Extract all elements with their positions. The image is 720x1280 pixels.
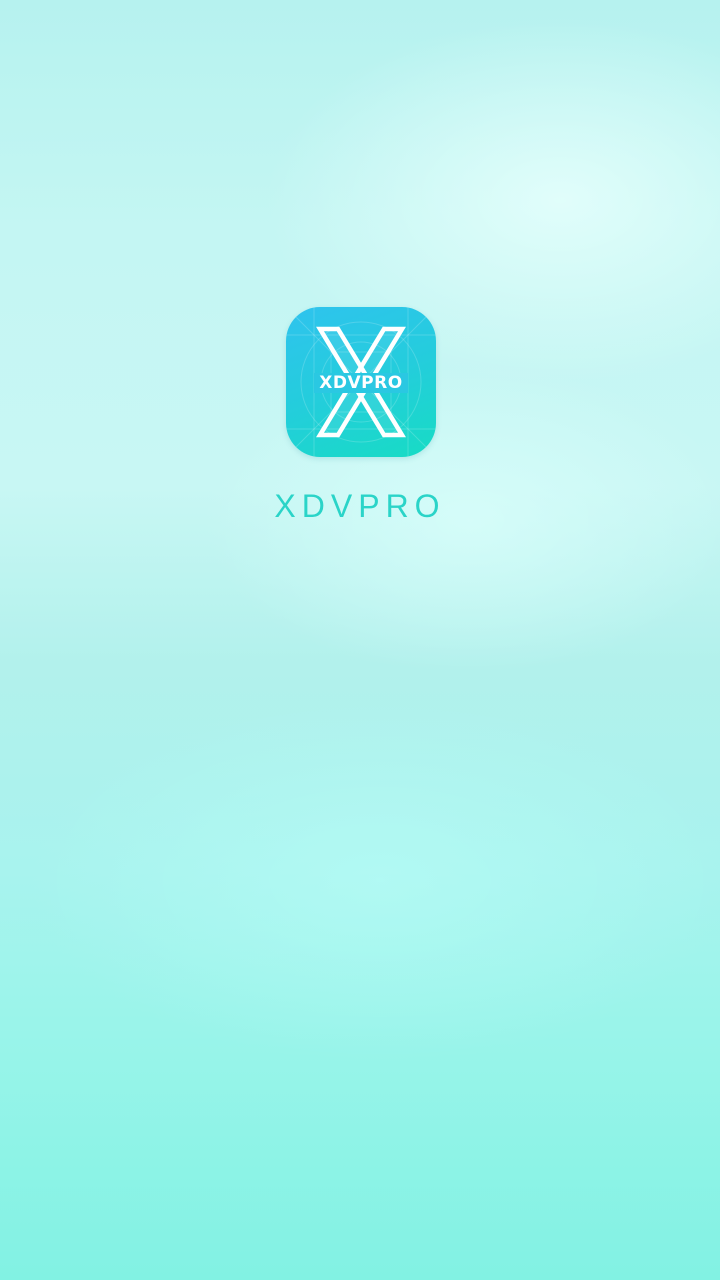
logo-wordmark: XDVPRO [319, 373, 403, 393]
xdvpro-logo-icon: XDVPRO [286, 307, 436, 457]
app-name: XDVPRO [274, 488, 446, 524]
splash-screen: XDVPRO XDVPRO [0, 0, 720, 1280]
